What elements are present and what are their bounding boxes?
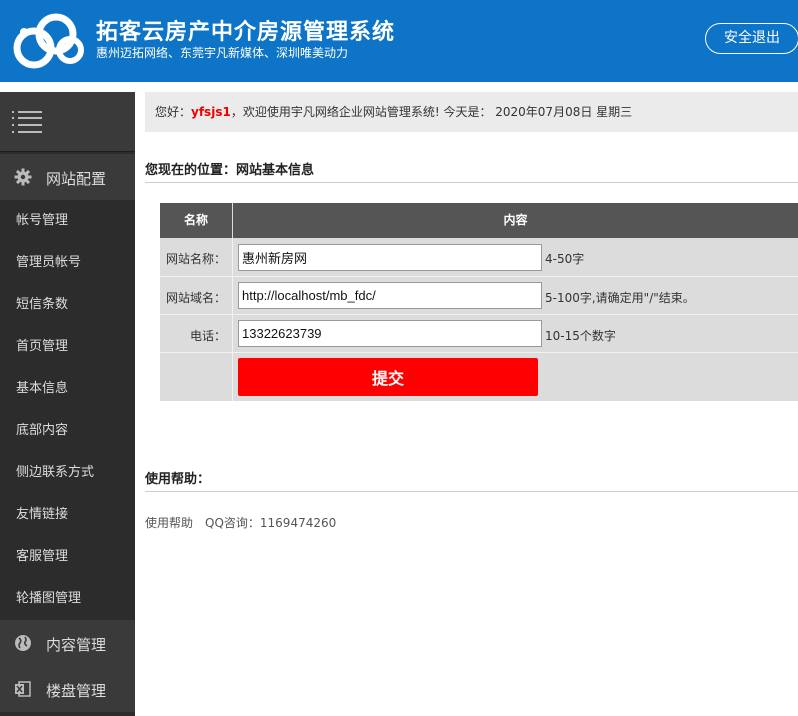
row-divider (160, 276, 798, 277)
sidebar-section-label: 内容管理 (46, 636, 107, 654)
sidebar-item-basic-info[interactable]: 基本信息 (0, 368, 135, 410)
site-domain-label: 网站域名： (165, 291, 226, 305)
cloud-logo-icon (13, 13, 84, 69)
app-subtitle: 惠州迈拓网络、东莞宇凡新媒体、深圳唯美动力 (96, 46, 349, 60)
divider (145, 182, 798, 183)
divider (145, 491, 798, 492)
sidebar: 网站配置 帐号管理 管理员帐号 短信条数 首页管理 基本信息 底部内容 侧边联系… (0, 92, 135, 716)
site-name-input[interactable] (238, 244, 542, 271)
menu-toggle-button[interactable] (0, 92, 135, 152)
sidebar-item-side-contact[interactable]: 侧边联系方式 (0, 452, 135, 494)
column-header-content: 内容 (233, 203, 798, 238)
sidebar-item-customer-service[interactable]: 客服管理 (0, 536, 135, 578)
column-divider (232, 238, 233, 401)
welcome-message: ，欢迎使用宇凡网络企业网站管理系统! 今天是： 2020年07月08日 星期三 (230, 105, 633, 119)
welcome-prefix: 您好： (155, 105, 192, 119)
submit-button[interactable]: 提交 (238, 358, 538, 396)
sidebar-section-content[interactable]: 内容管理 (0, 620, 135, 666)
sidebar-item-footer[interactable]: 底部内容 (0, 410, 135, 452)
welcome-bar: 您好：yfsjs1，欢迎使用宇凡网络企业网站管理系统! 今天是： 2020年07… (145, 92, 798, 132)
help-info: 使用帮助 QQ咨询：1169474260 (145, 514, 336, 531)
sidebar-section-label: 网站配置 (46, 170, 107, 188)
phone-label: 电话： (189, 329, 226, 343)
excel-icon (15, 681, 31, 697)
site-name-hint: 4-50字 (545, 252, 585, 266)
phone-input[interactable] (238, 320, 542, 347)
site-domain-input[interactable] (238, 282, 542, 309)
help-link[interactable]: 使用帮助 (145, 516, 193, 530)
hamburger-menu-icon (12, 111, 42, 133)
sidebar-section-site-config[interactable]: 网站配置 (0, 154, 135, 200)
breadcrumb: 您现在的位置：网站基本信息 (145, 163, 315, 178)
qq-contact: QQ咨询：1169474260 (205, 516, 337, 530)
sidebar-item-admin-account[interactable]: 管理员帐号 (0, 242, 135, 284)
sidebar-item-account[interactable]: 帐号管理 (0, 200, 135, 242)
header: 拓客云房产中介房源管理系统 惠州迈拓网络、东莞宇凡新媒体、深圳唯美动力 安全退出 (0, 0, 798, 82)
row-divider (160, 314, 798, 315)
sidebar-item-sms-count[interactable]: 短信条数 (0, 284, 135, 326)
gear-icon (14, 168, 32, 186)
phone-hint: 10-15个数字 (545, 329, 616, 343)
sidebar-section-label: 楼盘管理 (46, 682, 107, 700)
sidebar-item-friend-links[interactable]: 友情链接 (0, 494, 135, 536)
globe-icon (15, 635, 31, 651)
app-title: 拓客云房产中介房源管理系统 (96, 20, 396, 45)
site-name-label: 网站名称： (165, 252, 226, 266)
sidebar-item-carousel[interactable]: 轮播图管理 (0, 578, 135, 620)
site-info-form: 名称 内容 网站名称： 4-50字 网站域名： 5-100字,请确定用"/"结束… (160, 203, 798, 401)
sidebar-item-homepage[interactable]: 首页管理 (0, 326, 135, 368)
column-header-name: 名称 (160, 203, 232, 238)
username: yfsjs1 (191, 105, 231, 119)
sidebar-section-property[interactable]: 楼盘管理 (0, 666, 135, 712)
site-domain-hint: 5-100字,请确定用"/"结束。 (545, 291, 695, 305)
row-divider (160, 352, 798, 353)
help-title: 使用帮助： (145, 472, 211, 487)
logout-button[interactable]: 安全退出 (705, 23, 798, 54)
